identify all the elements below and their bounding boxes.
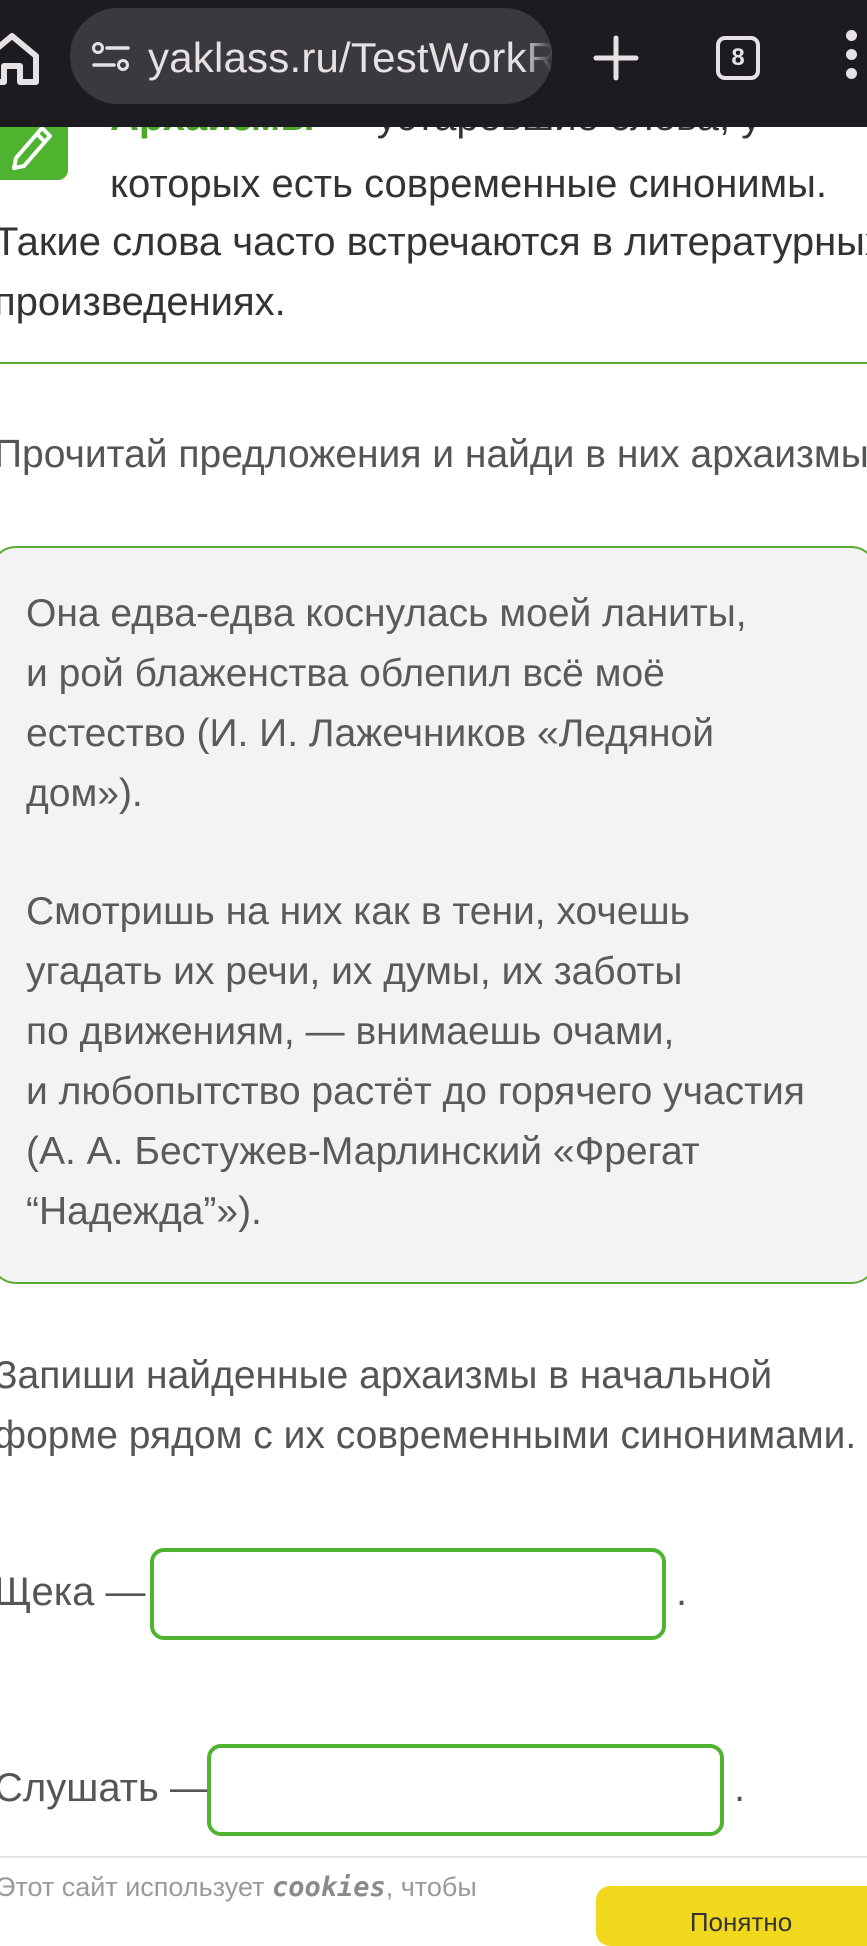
tab-switcher-button[interactable]: 8 — [716, 36, 760, 80]
answer-period: . — [676, 1570, 688, 1614]
address-bar[interactable]: yaklass.ru/TestWorkRu — [70, 8, 552, 104]
hint-text-line3: Такие слова часто встречаются в литерату… — [0, 220, 867, 264]
quote1-line: дом»). — [26, 772, 143, 815]
browser-toolbar: yaklass.ru/TestWorkRu 8 — [0, 0, 867, 127]
cookie-banner: Этот сайт использует cookies, чтобы Поня… — [0, 1856, 867, 1946]
site-settings-icon[interactable] — [92, 42, 130, 72]
cookie-accept-button[interactable]: Понятно — [596, 1886, 867, 1946]
quote2-line: “Надежда”»). — [26, 1190, 262, 1233]
section-divider — [0, 362, 867, 364]
cookie-text: Этот сайт использует cookies, чтобы — [0, 1872, 477, 1903]
home-icon[interactable] — [0, 28, 42, 88]
answer-input-shcheka[interactable] — [150, 1548, 666, 1640]
task-instruction: Прочитай предложения и найди в них архаи… — [0, 433, 867, 476]
new-tab-plus-icon[interactable] — [592, 34, 640, 82]
quote2-line: угадать их речи, их думы, их заботы — [26, 950, 683, 993]
quote-box: Она едва-едва коснулась моей ланиты, и р… — [0, 546, 867, 1284]
hint-definition-line2: которых есть современные синонимы. — [110, 162, 828, 206]
quote2-line: (А. А. Бестужев-Марлинский «Фрегат — [26, 1130, 700, 1173]
quote1-line: естество (И. И. Лажечников «Ледяной — [26, 712, 715, 755]
url-text: yaklass.ru/TestWorkRu — [148, 34, 552, 81]
quote2-line: и любопытство растёт до горячего участия — [26, 1070, 805, 1113]
quote2-line: Смотришь на них как в тени, хочешь — [26, 890, 690, 933]
task-text-line1: Запиши найденные архаизмы в начальной — [0, 1354, 773, 1397]
quote1-line: и рой блаженства облепил всё моё — [26, 652, 665, 695]
more-menu-icon[interactable] — [846, 30, 860, 90]
answer-period: . — [734, 1766, 746, 1810]
answer-label-slushat: Слушать — — [0, 1766, 210, 1810]
hint-text-line4: произведениях. — [0, 280, 286, 324]
quote2-line: по движениям, — внимаешь очами, — [26, 1010, 675, 1053]
quote1-line: Она едва-едва коснулась моей ланиты, — [26, 592, 747, 635]
task-text-line2: форме рядом с их современными синонимами… — [0, 1414, 857, 1457]
answer-label-shcheka: Щека — — [0, 1570, 146, 1614]
answer-input-slushat[interactable] — [207, 1744, 724, 1836]
